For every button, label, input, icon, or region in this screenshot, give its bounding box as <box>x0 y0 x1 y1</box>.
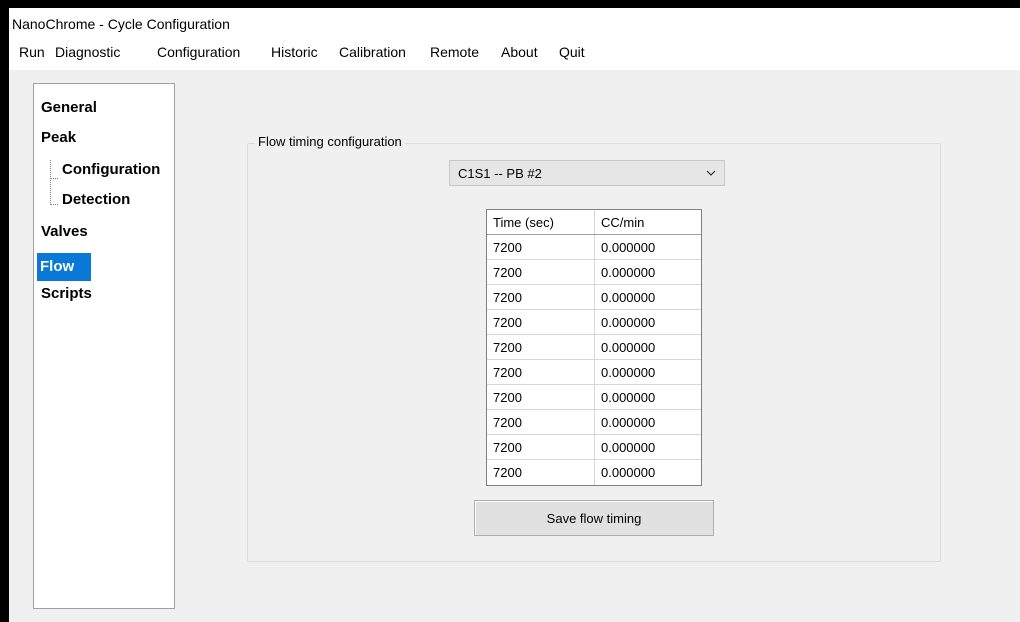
tree-item-flow[interactable]: Flow <box>37 253 91 281</box>
menu-bar: Run Diagnostic Configuration Historic Ca… <box>9 36 1020 70</box>
table-cell-flow[interactable]: 0.000000 <box>601 265 655 280</box>
row-separator <box>487 384 701 385</box>
save-flow-timing-label: Save flow timing <box>546 511 642 526</box>
navigation-tree: General Peak Configuration Detection Val… <box>33 83 175 609</box>
column-header-time: Time (sec) <box>493 215 554 230</box>
row-separator <box>487 359 701 360</box>
title-bar: NanoChrome - Cycle Configuration <box>9 8 1020 36</box>
table-cell-time[interactable]: 7200 <box>493 465 522 480</box>
menu-historic[interactable]: Historic <box>271 44 318 60</box>
table-cell-flow[interactable]: 0.000000 <box>601 465 655 480</box>
flow-timing-group-label: Flow timing configuration <box>255 134 405 149</box>
table-cell-flow[interactable]: 0.000000 <box>601 390 655 405</box>
tree-item-peak-detection[interactable]: Detection <box>59 190 133 210</box>
save-flow-timing-button[interactable]: Save flow timing <box>474 500 714 536</box>
row-separator <box>487 259 701 260</box>
table-column-separator <box>594 210 595 485</box>
table-cell-time[interactable]: 7200 <box>493 240 522 255</box>
table-cell-time[interactable]: 7200 <box>493 415 522 430</box>
row-separator <box>487 409 701 410</box>
tree-connector <box>51 178 58 179</box>
table-cell-flow[interactable]: 0.000000 <box>601 315 655 330</box>
tree-item-scripts[interactable]: Scripts <box>38 284 95 304</box>
row-separator <box>487 334 701 335</box>
tree-connector <box>50 160 51 205</box>
table-cell-time[interactable]: 7200 <box>493 390 522 405</box>
tree-item-valves[interactable]: Valves <box>38 222 91 242</box>
tree-item-peak[interactable]: Peak <box>38 128 79 148</box>
menu-calibration[interactable]: Calibration <box>339 44 406 60</box>
menu-quit[interactable]: Quit <box>559 44 585 60</box>
chevron-down-icon <box>706 170 716 176</box>
flow-program-select-value: C1S1 -- PB #2 <box>458 166 542 181</box>
row-separator <box>487 459 701 460</box>
tree-item-peak-configuration[interactable]: Configuration <box>59 160 163 180</box>
table-cell-flow[interactable]: 0.000000 <box>601 440 655 455</box>
menu-remote[interactable]: Remote <box>430 44 479 60</box>
table-cell-flow[interactable]: 0.000000 <box>601 340 655 355</box>
row-separator <box>487 284 701 285</box>
menu-diagnostic[interactable]: Diagnostic <box>55 44 120 60</box>
table-cell-flow[interactable]: 0.000000 <box>601 240 655 255</box>
table-cell-time[interactable]: 7200 <box>493 290 522 305</box>
table-cell-time[interactable]: 7200 <box>493 315 522 330</box>
table-header-separator <box>487 234 701 235</box>
table-cell-flow[interactable]: 0.000000 <box>601 365 655 380</box>
table-cell-flow[interactable]: 0.000000 <box>601 290 655 305</box>
flow-timing-table: Time (sec) CC/min 7200 0.000000 7200 0.0… <box>486 209 702 486</box>
table-cell-time[interactable]: 7200 <box>493 340 522 355</box>
menu-about[interactable]: About <box>501 44 538 60</box>
column-header-flow: CC/min <box>601 215 645 230</box>
table-cell-time[interactable]: 7200 <box>493 440 522 455</box>
menu-configuration[interactable]: Configuration <box>157 44 240 60</box>
tree-connector <box>51 204 58 205</box>
window-title: NanoChrome - Cycle Configuration <box>12 16 230 32</box>
table-cell-time[interactable]: 7200 <box>493 365 522 380</box>
row-separator <box>487 434 701 435</box>
row-separator <box>487 309 701 310</box>
flow-program-select[interactable]: C1S1 -- PB #2 <box>449 160 725 186</box>
menu-run[interactable]: Run <box>19 44 45 60</box>
main-window: NanoChrome - Cycle Configuration Run Dia… <box>9 8 1020 622</box>
table-cell-flow[interactable]: 0.000000 <box>601 415 655 430</box>
tree-item-general[interactable]: General <box>38 98 100 118</box>
table-cell-time[interactable]: 7200 <box>493 265 522 280</box>
